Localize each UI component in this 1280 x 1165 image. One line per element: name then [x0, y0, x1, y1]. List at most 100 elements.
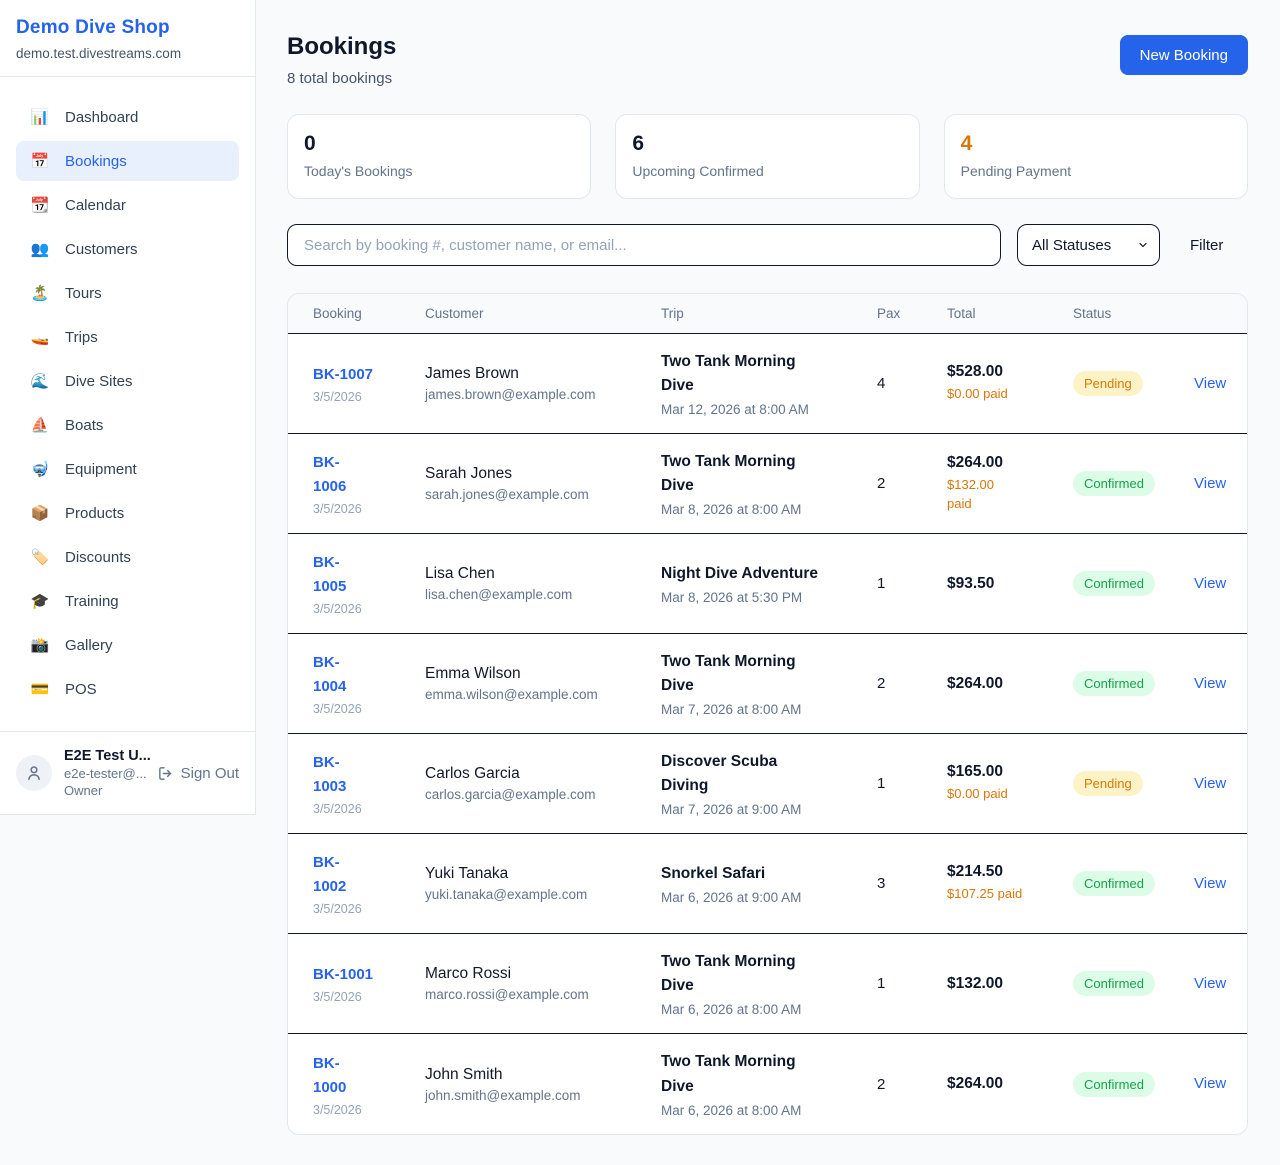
- customer-email: james.brown@example.com: [425, 387, 661, 402]
- view-link[interactable]: View: [1194, 675, 1226, 692]
- view-link[interactable]: View: [1194, 875, 1226, 892]
- total-cell: $264.00 $132.00 paid: [947, 454, 1073, 514]
- trip-name: Two Tank Morning Dive: [661, 450, 877, 498]
- total-cell: $264.00: [947, 1075, 1073, 1093]
- booking-cell: BK- 1004 3/5/2026: [313, 651, 425, 716]
- stat-value: 0: [304, 132, 574, 156]
- table-row: BK-1007 3/5/2026 James Brown james.brown…: [288, 334, 1247, 434]
- customer-name: Carlos Garcia: [425, 765, 661, 783]
- page-title: Bookings: [287, 33, 396, 61]
- view-link[interactable]: View: [1194, 575, 1226, 592]
- action-cell: View: [1194, 375, 1231, 393]
- booking-id-link[interactable]: BK-1007: [313, 363, 373, 387]
- booking-cell: BK- 1000 3/5/2026: [313, 1052, 425, 1117]
- sidebar-item-customers[interactable]: 👥 Customers: [16, 229, 239, 269]
- trip-cell: Two Tank Morning Dive Mar 6, 2026 at 8:0…: [661, 1050, 877, 1117]
- search-input[interactable]: [287, 224, 1001, 266]
- sidebar-item-tours[interactable]: 🏝️ Tours: [16, 273, 239, 313]
- credit-card-icon: 💳: [30, 680, 50, 698]
- booking-id-link[interactable]: BK- 1002: [313, 851, 346, 899]
- trip-name: Discover Scuba Diving: [661, 750, 877, 798]
- status-select[interactable]: All Statuses: [1017, 224, 1160, 266]
- sidebar-item-dive-sites[interactable]: 🌊 Dive Sites: [16, 361, 239, 401]
- table-row: BK- 1002 3/5/2026 Yuki Tanaka yuki.tanak…: [288, 834, 1247, 934]
- booking-id-link[interactable]: BK- 1004: [313, 651, 346, 699]
- customer-name: James Brown: [425, 365, 661, 383]
- sidebar-item-boats[interactable]: ⛵ Boats: [16, 405, 239, 445]
- sign-out-label: Sign Out: [181, 765, 239, 782]
- status-badge: Confirmed: [1073, 871, 1155, 896]
- trip-cell: Two Tank Morning Dive Mar 12, 2026 at 8:…: [661, 350, 877, 417]
- table-row: BK- 1006 3/5/2026 Sarah Jones sarah.jone…: [288, 434, 1247, 534]
- pax-cell: 4: [877, 375, 947, 392]
- booking-id-link[interactable]: BK- 1000: [313, 1052, 346, 1100]
- sidebar-item-label: Equipment: [65, 461, 137, 478]
- stat-card: 6 Upcoming Confirmed: [615, 114, 919, 199]
- package-icon: 📦: [30, 504, 50, 522]
- sign-out-button[interactable]: Sign Out: [157, 765, 239, 782]
- pax-cell: 1: [877, 975, 947, 992]
- view-link[interactable]: View: [1194, 775, 1226, 792]
- sidebar-item-pos[interactable]: 💳 POS: [16, 669, 239, 709]
- booking-id-link[interactable]: BK- 1003: [313, 751, 346, 799]
- status-badge: Confirmed: [1073, 1072, 1155, 1097]
- pax-cell: 1: [877, 575, 947, 592]
- sidebar-item-calendar[interactable]: 📆 Calendar: [16, 185, 239, 225]
- filter-button[interactable]: Filter: [1190, 237, 1223, 254]
- sidebar-item-trips[interactable]: 🚤 Trips: [16, 317, 239, 357]
- total-amount: $214.50: [947, 863, 1073, 881]
- view-link[interactable]: View: [1194, 375, 1226, 392]
- customer-cell: James Brown james.brown@example.com: [425, 365, 661, 402]
- status-cell: Confirmed: [1073, 671, 1194, 696]
- sidebar-item-equipment[interactable]: 🤿 Equipment: [16, 449, 239, 489]
- customer-cell: Sarah Jones sarah.jones@example.com: [425, 465, 661, 502]
- pax-cell: 3: [877, 875, 947, 892]
- customer-email: lisa.chen@example.com: [425, 587, 661, 602]
- stat-card: 4 Pending Payment: [944, 114, 1248, 199]
- pax-cell: 1: [877, 775, 947, 792]
- action-cell: View: [1194, 875, 1231, 893]
- trip-cell: Two Tank Morning Dive Mar 7, 2026 at 8:0…: [661, 650, 877, 717]
- sidebar-item-label: Products: [65, 505, 124, 522]
- total-amount: $132.00: [947, 975, 1073, 993]
- user-email: e2e-tester@...: [64, 766, 145, 781]
- view-link[interactable]: View: [1194, 475, 1226, 492]
- sidebar-item-dashboard[interactable]: 📊 Dashboard: [16, 97, 239, 137]
- trip-date: Mar 7, 2026 at 9:00 AM: [661, 802, 877, 817]
- view-link[interactable]: View: [1194, 1075, 1226, 1092]
- status-cell: Confirmed: [1073, 471, 1194, 496]
- booking-cell: BK-1007 3/5/2026: [313, 363, 425, 404]
- booking-id-link[interactable]: BK- 1005: [313, 551, 346, 599]
- view-link[interactable]: View: [1194, 975, 1226, 992]
- trip-date: Mar 6, 2026 at 8:00 AM: [661, 1002, 877, 1017]
- action-cell: View: [1194, 575, 1231, 593]
- stat-label: Upcoming Confirmed: [632, 163, 902, 179]
- booking-cell: BK- 1005 3/5/2026: [313, 551, 425, 616]
- total-cell: $93.50: [947, 575, 1073, 593]
- main-content: Bookings 8 total bookings New Booking 0 …: [256, 0, 1280, 1165]
- booking-id-link[interactable]: BK- 1006: [313, 451, 346, 499]
- speedboat-icon: 🚤: [30, 328, 50, 346]
- new-booking-button[interactable]: New Booking: [1120, 35, 1248, 75]
- calendar-icon: 📅: [30, 152, 50, 170]
- booking-date: 3/5/2026: [313, 1103, 425, 1117]
- booking-cell: BK- 1006 3/5/2026: [313, 451, 425, 516]
- filter-row: All Statuses Filter: [287, 224, 1248, 266]
- sidebar-item-training[interactable]: 🎓 Training: [16, 581, 239, 621]
- trip-cell: Snorkel Safari Mar 6, 2026 at 9:00 AM: [661, 862, 877, 905]
- sidebar-item-discounts[interactable]: 🏷️ Discounts: [16, 537, 239, 577]
- camera-icon: 📸: [30, 636, 50, 654]
- table-header-row: BookingCustomerTripPaxTotalStatus: [288, 294, 1247, 334]
- customer-cell: Lisa Chen lisa.chen@example.com: [425, 565, 661, 602]
- column-header-customer: Customer: [425, 306, 661, 321]
- booking-cell: BK- 1002 3/5/2026: [313, 851, 425, 916]
- table-row: BK- 1004 3/5/2026 Emma Wilson emma.wilso…: [288, 634, 1247, 734]
- user-info: E2E Test U... e2e-tester@... Owner: [64, 748, 145, 798]
- booking-id-link[interactable]: BK-1001: [313, 963, 373, 987]
- sidebar-item-gallery[interactable]: 📸 Gallery: [16, 625, 239, 665]
- sidebar-item-label: Boats: [65, 417, 103, 434]
- trip-date: Mar 6, 2026 at 9:00 AM: [661, 890, 877, 905]
- trip-date: Mar 8, 2026 at 5:30 PM: [661, 590, 877, 605]
- sidebar-item-products[interactable]: 📦 Products: [16, 493, 239, 533]
- sidebar-item-bookings[interactable]: 📅 Bookings: [16, 141, 239, 181]
